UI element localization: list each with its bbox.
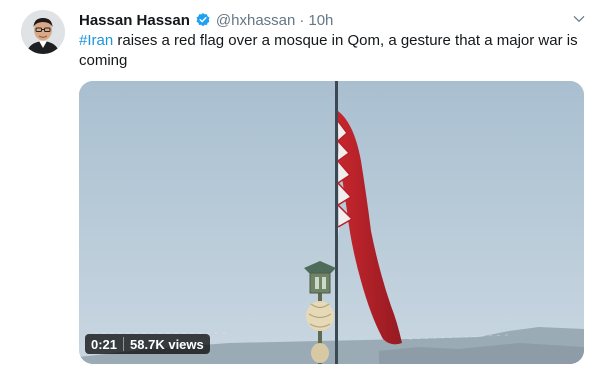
chevron-down-icon[interactable] <box>572 12 586 26</box>
hashtag-link[interactable]: #Iran <box>79 32 113 49</box>
verified-badge-icon <box>196 13 210 27</box>
video-thumbnail <box>79 81 584 364</box>
author-handle[interactable]: @hxhassan <box>216 12 295 29</box>
tweet-card[interactable]: Hassan Hassan @hxhassan · 10h #Iran rais… <box>0 0 603 375</box>
tweet-body-text: raises a red flag over a mosque in Qom, … <box>79 32 578 69</box>
badge-divider <box>123 337 125 351</box>
tweet-text: #Iran raises a red flag over a mosque in… <box>79 31 584 71</box>
avatar[interactable] <box>21 10 65 54</box>
video-duration: 0:21 <box>91 336 118 352</box>
video-info-badge: 0:21 58.7K views <box>85 334 210 354</box>
video-views: 58.7K views <box>130 336 204 352</box>
avatar-image <box>21 10 65 54</box>
tweet-timestamp[interactable]: 10h <box>308 12 333 29</box>
author-name[interactable]: Hassan Hassan <box>79 12 190 29</box>
header-separator: · <box>299 11 305 29</box>
tweet-header: Hassan Hassan @hxhassan · 10h <box>79 9 333 31</box>
video-player[interactable]: 0:21 58.7K views <box>79 81 584 364</box>
